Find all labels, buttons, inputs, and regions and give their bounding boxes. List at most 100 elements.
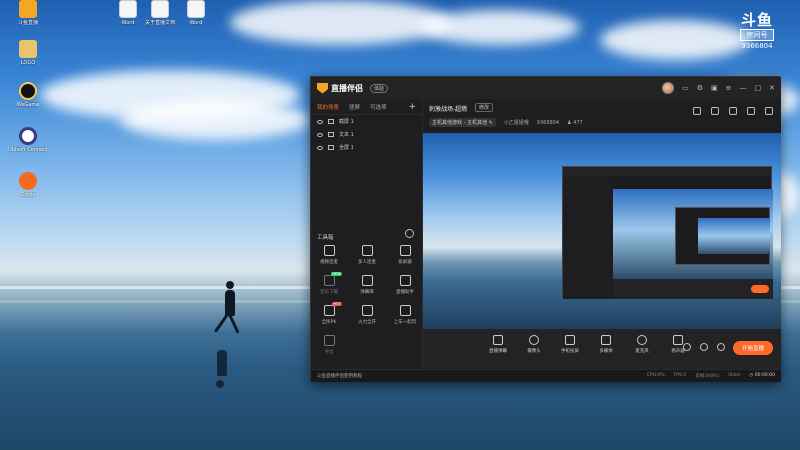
danmaku-icon bbox=[493, 335, 503, 345]
export-icon bbox=[323, 335, 335, 346]
tab-options[interactable]: 可选项 bbox=[370, 103, 387, 111]
settings-icon[interactable]: ⚙ bbox=[697, 84, 703, 92]
tool-video-link[interactable]: 视频连麦 bbox=[311, 245, 347, 265]
category-selector[interactable]: 主机其他游戏 - 主机其他 ✎ bbox=[429, 118, 496, 127]
tool-pk[interactable]: HOT 全民PK bbox=[311, 302, 347, 325]
eye-icon[interactable] bbox=[317, 119, 323, 124]
document-icon bbox=[151, 0, 169, 18]
app-logo-icon bbox=[317, 82, 328, 94]
hot-badge: HOT bbox=[331, 302, 342, 306]
tool-music-download[interactable]: NEW 音乐下载 bbox=[311, 272, 347, 295]
bitrate: 0kb/s bbox=[728, 373, 741, 378]
speaker-icon bbox=[673, 335, 683, 345]
tab-my-scenes[interactable]: 我的场景 bbox=[317, 103, 339, 111]
title-bar[interactable]: 直播伴侣 体验 ▭ ⚙ ▣ ≡ — □ ✕ bbox=[311, 77, 781, 99]
bell-icon[interactable] bbox=[747, 107, 755, 115]
pk-icon: HOT bbox=[323, 302, 342, 316]
car-icon bbox=[399, 305, 411, 316]
skin-icon[interactable]: ▣ bbox=[711, 84, 718, 92]
settings-icon[interactable] bbox=[717, 343, 725, 351]
camera-button[interactable]: 摄像头 bbox=[517, 335, 551, 354]
tool-live-assistant[interactable]: 直播助手 bbox=[387, 275, 423, 295]
close-icon[interactable]: ✕ bbox=[769, 84, 775, 92]
menu-icon[interactable]: ≡ bbox=[726, 84, 732, 92]
avatar[interactable] bbox=[662, 82, 675, 94]
bottom-toolbar: 直播弹幕 摄像头 手机投屏 多媒体 麦克风 扬声器 开始直播 bbox=[423, 329, 781, 369]
streamer-name: 小乙姐姐哦 bbox=[503, 120, 529, 126]
desktop-icon-doc-3[interactable]: Word bbox=[176, 0, 216, 26]
media-button[interactable]: 多媒体 bbox=[589, 335, 623, 354]
desktop-icon-doc-2[interactable]: 关于直播文档 bbox=[140, 0, 180, 26]
source-item[interactable]: 文本 1 bbox=[311, 128, 422, 141]
douyu-room-badge: 斗鱼 房间号 9366804 bbox=[732, 12, 782, 50]
tool-firepower[interactable]: 火力全开 bbox=[349, 305, 385, 325]
live-danmaku-button[interactable]: 直播弹幕 bbox=[481, 335, 515, 354]
tutorial-link[interactable]: 斗鱼直播伴侣使用教程 bbox=[317, 373, 362, 379]
multi-link-icon bbox=[361, 245, 373, 256]
eye-icon[interactable] bbox=[317, 132, 323, 137]
wegame-icon bbox=[19, 82, 37, 100]
message-icon[interactable]: ▭ bbox=[682, 84, 689, 92]
document-icon bbox=[187, 0, 205, 18]
source-label: 文本 1 bbox=[339, 132, 354, 138]
room-header: 刺激战场-超燃 修改 主机其他游戏 - 主机其他 ✎ 小乙姐姐哦 9366804… bbox=[423, 99, 781, 133]
ubisoft-icon bbox=[19, 127, 37, 145]
room-number: 9366804 bbox=[741, 42, 773, 50]
app-logo: 直播伴侣 体验 bbox=[317, 82, 389, 94]
edit-title-button[interactable]: 修改 bbox=[475, 103, 494, 112]
preview-recursive-window bbox=[562, 166, 773, 299]
live-companion-window: 直播伴侣 体验 ▭ ⚙ ▣ ≡ — □ ✕ 我的场景 竖屏 可选项 + 截屏 1 bbox=[310, 76, 781, 382]
room-title: 刺激战场-超燃 bbox=[429, 106, 468, 113]
start-live-button[interactable]: 开始直播 bbox=[733, 341, 773, 355]
eye-icon[interactable] bbox=[317, 145, 323, 150]
phone-cast-button[interactable]: 手机投屏 bbox=[553, 335, 587, 354]
tool-danmaku[interactable]: 弹幕库 bbox=[349, 275, 385, 295]
folder-icon bbox=[19, 40, 37, 58]
play-icon bbox=[601, 335, 611, 345]
video-link-icon bbox=[323, 245, 335, 256]
left-panel: 我的场景 竖屏 可选项 + 截屏 1 文本 1 全屏 1 工具箱 视频连麦 多人… bbox=[311, 99, 423, 369]
phone-icon bbox=[565, 335, 575, 345]
desktop-icon-ubisoft[interactable]: Ubisoft Connect bbox=[8, 127, 48, 153]
eye-preview-icon[interactable] bbox=[700, 343, 708, 351]
gift-icon[interactable] bbox=[729, 107, 737, 115]
desktop-icon-wegame[interactable]: WeGame bbox=[8, 82, 48, 108]
version-badge[interactable]: 体验 bbox=[370, 83, 389, 93]
tab-vertical[interactable]: 竖屏 bbox=[349, 103, 360, 111]
add-source-icon[interactable]: + bbox=[408, 102, 416, 112]
fps: FPS:0 bbox=[673, 373, 687, 378]
toolbox-settings-icon[interactable] bbox=[405, 229, 414, 238]
source-label: 全屏 1 bbox=[339, 145, 354, 151]
camera-icon bbox=[529, 335, 539, 345]
desktop-icon-origin[interactable]: Origin bbox=[8, 172, 48, 198]
tool-export[interactable]: 导出 bbox=[311, 335, 347, 355]
screen-source-icon bbox=[328, 145, 334, 150]
douyu-app-icon bbox=[19, 0, 37, 18]
microphone-button[interactable]: 麦克风 bbox=[625, 335, 659, 354]
stream-preview[interactable] bbox=[423, 133, 781, 329]
document-icon bbox=[119, 0, 137, 18]
source-item[interactable]: 截屏 1 bbox=[311, 115, 422, 128]
microphone-icon bbox=[637, 335, 647, 345]
danmaku-icon bbox=[361, 275, 373, 286]
desktop-icon-douyu[interactable]: 斗鱼直播 bbox=[8, 0, 48, 26]
maximize-icon[interactable]: □ bbox=[755, 84, 762, 92]
lock-icon[interactable] bbox=[711, 107, 719, 115]
room-label: 房间号 bbox=[740, 29, 774, 41]
share-icon[interactable] bbox=[765, 107, 773, 115]
room-id: 9366804 bbox=[536, 119, 560, 126]
toolbox-heading: 工具箱 bbox=[317, 235, 334, 241]
app-name: 直播伴侣 bbox=[331, 83, 363, 93]
desktop-icon-file[interactable]: LOGO bbox=[8, 40, 48, 66]
task-icon[interactable] bbox=[693, 107, 701, 115]
tool-multi-link[interactable]: 多人连麦 bbox=[349, 245, 385, 265]
tool-play-together[interactable]: 上车一起玩 bbox=[387, 305, 423, 325]
douyu-logo: 斗鱼 bbox=[740, 11, 773, 29]
source-item[interactable]: 全屏 1 bbox=[311, 141, 422, 154]
record-icon[interactable] bbox=[683, 343, 691, 351]
screen-cast-icon bbox=[399, 245, 411, 256]
room-info: 主机其他游戏 - 主机其他 ✎ 小乙姐姐哦 9366804 ♟ 477 bbox=[429, 118, 583, 127]
minimize-icon[interactable]: — bbox=[740, 84, 747, 92]
tool-screen-cast[interactable]: 投屏器 bbox=[387, 245, 423, 265]
assistant-icon bbox=[399, 275, 411, 286]
